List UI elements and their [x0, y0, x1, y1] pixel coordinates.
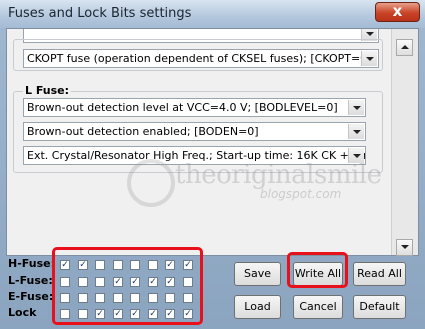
- write-all-highlight: [287, 252, 348, 288]
- ckopt-combo-value: CKOPT fuse (operation dependent of CKSEL…: [27, 52, 372, 65]
- save-button[interactable]: Save: [234, 262, 281, 286]
- chevron-down-icon: [361, 51, 377, 66]
- l-fuse-group-label: L Fuse:: [23, 84, 72, 97]
- load-button[interactable]: Load: [234, 295, 281, 319]
- lock-label: Lock: [8, 306, 37, 319]
- bodlevel-combo[interactable]: Brown-out detection level at VCC=4.0 V; …: [23, 98, 366, 117]
- default-button[interactable]: Default: [353, 295, 406, 319]
- l-fuse-label: L-Fuse:: [8, 274, 53, 287]
- h-fuse-label: H-Fuse:: [8, 257, 55, 270]
- chevron-down-icon: [348, 124, 364, 139]
- cancel-button[interactable]: Cancel: [293, 295, 343, 319]
- scroll-up-arrow-icon[interactable]: [396, 39, 413, 56]
- read-all-button[interactable]: Read All: [353, 262, 406, 286]
- fuse-settings-scroll-area: CKOPT fuse (operation dependent of CKSEL…: [7, 29, 390, 255]
- boden-combo[interactable]: Brown-out detection enabled; [BODEN=0]: [23, 122, 366, 141]
- fuses-dialog-window: Fuses and Lock Bits settings x CKOPT fus…: [0, 0, 425, 329]
- watermark-text: theoriginalsmile: [175, 160, 382, 190]
- e-fuse-label: E-Fuse:: [8, 290, 54, 303]
- watermark-logo-icon: [127, 159, 175, 207]
- boden-combo-value: Brown-out detection enabled; [BODEN=0]: [27, 125, 259, 138]
- vertical-scrollbar[interactable]: [391, 29, 418, 256]
- ckopt-combo[interactable]: CKOPT fuse (operation dependent of CKSEL…: [23, 49, 379, 68]
- close-button[interactable]: x: [375, 2, 420, 22]
- bodlevel-combo-value: Brown-out detection level at VCC=4.0 V; …: [27, 101, 338, 114]
- fuse-settings-panel: CKOPT fuse (operation dependent of CKSEL…: [6, 28, 419, 256]
- window-title: Fuses and Lock Bits settings: [8, 6, 192, 21]
- fuse-bits-highlight: [52, 247, 203, 325]
- watermark-subtext: blogspot.com: [260, 187, 342, 201]
- chevron-down-icon: [348, 100, 364, 115]
- scroll-down-arrow-icon[interactable]: [396, 239, 413, 256]
- title-bar[interactable]: Fuses and Lock Bits settings x: [0, 0, 425, 28]
